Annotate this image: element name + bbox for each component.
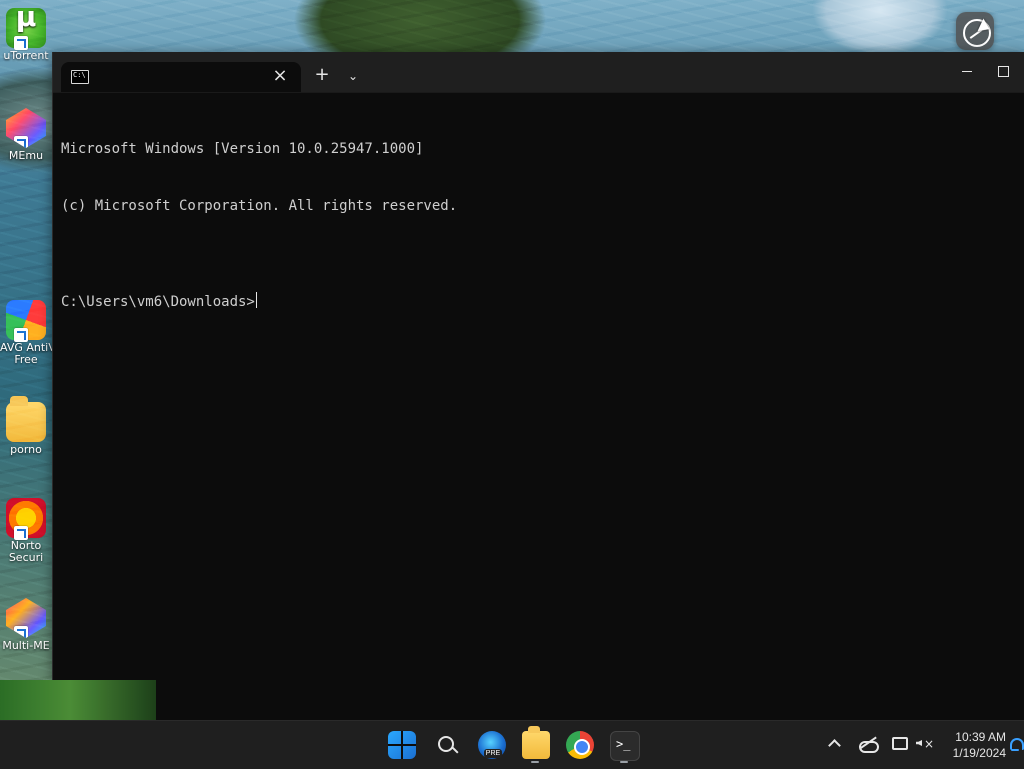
console-line: Microsoft Windows [Version 10.0.25947.10…: [61, 141, 424, 157]
edge-button[interactable]: PRE: [478, 731, 506, 759]
notification-bell-icon[interactable]: [1008, 736, 1024, 752]
console-prompt: C:\Users\vm6\Downloads>: [61, 294, 255, 310]
clock-time: 10:39 AM: [955, 730, 1006, 744]
clock[interactable]: 10:39 AM 1/19/2024: [942, 729, 1006, 761]
close-tab-button[interactable]: ×: [271, 67, 289, 85]
taskbar-indicator: [531, 761, 539, 763]
desktop-icon-label: uTorrent: [3, 49, 49, 62]
shortcut-arrow-icon: [14, 526, 28, 540]
shortcut-arrow-icon: [14, 36, 28, 50]
shortcut-arrow-icon: [14, 626, 28, 638]
console-line: (c) Microsoft Corporation. All rights re…: [61, 198, 458, 214]
multi-memu-icon: [6, 598, 46, 638]
taskbar-indicator: [620, 761, 628, 763]
wallpaper-fragment: [0, 680, 156, 720]
utorrent-icon: [6, 8, 46, 50]
desktop-icon-norton-security[interactable]: Norto Securi: [0, 498, 52, 564]
terminal-console[interactable]: Microsoft Windows [Version 10.0.25947.10…: [61, 102, 1015, 670]
folder-icon: [6, 396, 46, 442]
maximize-button[interactable]: [985, 60, 1021, 82]
desktop-icon-label: Norto Securi: [8, 539, 44, 564]
terminal-button[interactable]: [610, 731, 640, 761]
minimize-button[interactable]: [949, 60, 985, 82]
desktop-icon-memu[interactable]: MEmu: [0, 108, 52, 162]
network-icon[interactable]: [890, 735, 908, 751]
desktop-icon-label: porno: [10, 443, 42, 456]
memu-icon: [6, 108, 46, 148]
desktop-icon-label: AVG AntiV Free: [0, 341, 56, 366]
desktop-icon-label: MEmu: [8, 149, 44, 162]
desktop-icon-multi-memu[interactable]: Multi-ME: [0, 598, 52, 652]
cmd-icon: [71, 70, 89, 84]
clock-date: 1/19/2024: [952, 746, 1006, 760]
norton-security-icon: [6, 498, 46, 540]
desktop-strip: [0, 680, 1024, 720]
desktop-icon-porno-folder[interactable]: porno: [0, 396, 52, 456]
console-prompt-line: C:\Users\vm6\Downloads>: [61, 292, 1015, 312]
search-button[interactable]: [432, 731, 460, 759]
avg-antivirus-icon: [6, 300, 46, 342]
desktop-icon-avg-antivirus[interactable]: AVG AntiV Free: [0, 300, 56, 366]
new-tab-button[interactable]: +: [313, 66, 331, 84]
tab-dropdown-button[interactable]: ⌄: [345, 68, 361, 84]
volume-muted-icon[interactable]: [914, 735, 934, 751]
show-hidden-icons-button[interactable]: [828, 737, 840, 749]
start-button[interactable]: [388, 731, 416, 759]
terminal-window: × + ⌄ Microsoft Windows [Version 10.0.25…: [52, 52, 1024, 680]
text-cursor: [255, 292, 257, 308]
desktop-icon-utorrent[interactable]: uTorrent: [0, 8, 52, 62]
chrome-button[interactable]: [566, 731, 594, 759]
shortcut-arrow-icon: [14, 136, 28, 148]
terminal-tab[interactable]: ×: [61, 62, 301, 92]
taskbar: PRE 10:39 AM 1/19/2024: [0, 720, 1024, 769]
shortcut-arrow-icon: [14, 328, 28, 342]
system-tray: 10:39 AM 1/19/2024: [794, 721, 1024, 769]
terminal-titlebar: × + ⌄: [53, 52, 1024, 93]
desktop-icon-label: Multi-ME: [2, 639, 50, 652]
cloud-offline-icon[interactable]: [858, 737, 879, 753]
edge-pre-badge: PRE: [484, 749, 502, 758]
file-explorer-button[interactable]: [522, 726, 550, 759]
